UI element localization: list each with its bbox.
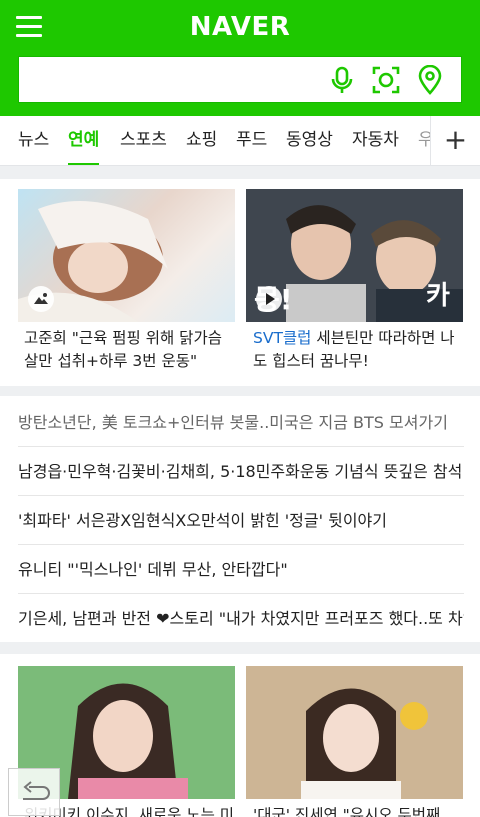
headline-item[interactable]: 남경읍·민우혁·김꽃비·김채희, 5·18민주화운동 기념식 뜻깊은 참석 [18,447,464,496]
featured-caption-left[interactable]: 고준희 "근육 펌핑 위해 닭가슴살만 섭취+하루 3번 운동" [24,327,234,373]
video-play-icon [256,286,282,312]
svg-text:카: 카 [426,281,450,311]
location-pin-icon[interactable] [415,65,445,95]
headline-list: 방탄소년단, 美 토크쇼+인터뷰 봇물..미국은 지금 BTS 모셔가기 남경읍… [0,396,480,642]
add-tab-button[interactable]: + [430,116,480,165]
featured-source-right: SVT클럽 [253,329,312,347]
return-arrow-icon [23,781,50,800]
tab-auto[interactable]: 자동차 [352,116,399,165]
featured-card: 몽! 카 고준희 "근육 펌핑 위해 닭가슴살만 섭취+하루 3번 운동" SV… [0,179,480,386]
tab-video[interactable]: 동영상 [286,116,333,165]
floating-return-button[interactable] [8,768,60,816]
featured-title-left: 고준희 "근육 펌핑 위해 닭가슴살만 섭취+하루 3번 운동" [24,329,222,370]
bottom-card: 위키미키 이수지, 새로운 노는 미소 '대군' 진세연 "유시오 두번째 [0,654,480,817]
featured-caption-right[interactable]: SVT클럽 세븐틴만 따라하면 나도 힙스터 꿈나무! [253,327,463,373]
headline-item[interactable]: 방탄소년단, 美 토크쇼+인터뷰 봇물..미국은 지금 BTS 모셔가기 [18,398,464,447]
headline-item[interactable]: 유니티 "'믹스나인' 데뷔 무산, 안타깝다" [18,545,464,594]
tab-entertainment[interactable]: 연예 [68,116,100,165]
tab-food[interactable]: 푸드 [236,116,267,165]
headline-item[interactable]: 기은세, 남편과 반전 ❤스토리 "내가 차였지만 프러포즈 했다..또 차였다… [18,594,464,643]
lens-camera-icon[interactable] [371,65,401,95]
tab-news[interactable]: 뉴스 [18,116,49,165]
search-input[interactable] [19,57,319,102]
celebrity-photo [246,666,463,799]
photo-gallery-icon [28,286,54,312]
bottom-caption-right[interactable]: '대군' 진세연 "유시오 두번째 [253,804,463,817]
microphone-icon[interactable] [327,65,357,95]
bottom-thumb-right[interactable] [246,666,463,799]
featured-thumb-right[interactable]: 몽! 카 [246,189,463,322]
tab-sports[interactable]: 스포츠 [120,116,167,165]
tab-shopping[interactable]: 쇼핑 [186,116,217,165]
category-tabs: 뉴스 연예 스포츠 쇼핑 푸드 동영상 자동차 우 + [0,116,480,166]
headline-item[interactable]: '최파타' 서은광X임현식X오만석이 밝힌 '정글' 뒷이야기 [18,496,464,545]
featured-thumb-left[interactable] [18,189,235,322]
naver-logo[interactable]: NAVER [0,12,480,42]
search-box [18,56,462,103]
header: NAVER [0,0,480,116]
